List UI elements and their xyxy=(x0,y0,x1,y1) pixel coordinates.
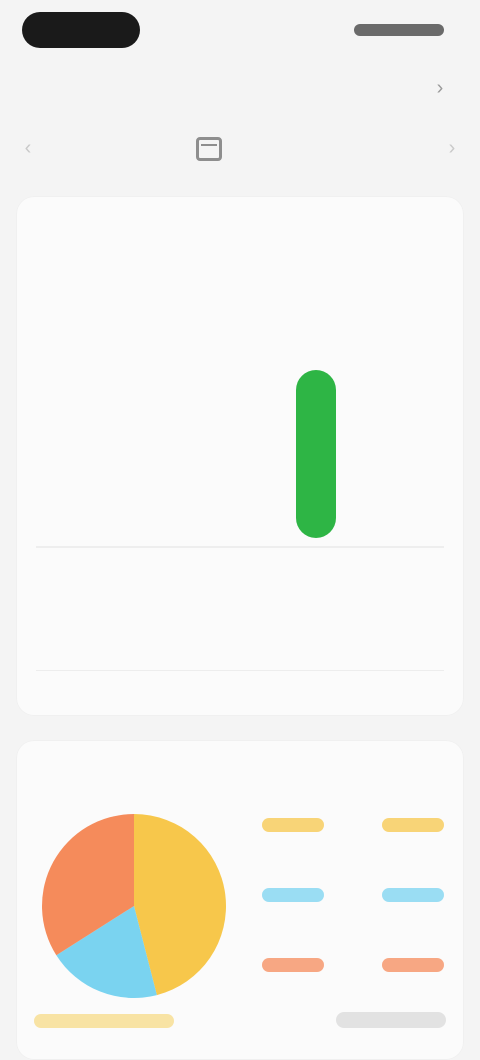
summary-row xyxy=(36,586,444,646)
pie-svg xyxy=(42,814,226,998)
legend-item-2 xyxy=(382,818,444,832)
weekly-bar xyxy=(296,370,336,538)
legend-bottom-left xyxy=(34,1014,174,1028)
app-header: › xyxy=(0,60,480,120)
legend-bottom-right xyxy=(336,1012,446,1028)
legend xyxy=(262,818,452,988)
legend-item-1 xyxy=(262,818,324,832)
status-time-pill xyxy=(22,12,140,48)
weekly-card xyxy=(16,196,464,716)
date-center[interactable] xyxy=(196,132,234,166)
date-selector: ‹ › xyxy=(16,120,464,178)
plot-baseline xyxy=(36,546,444,548)
chevron-left-icon[interactable]: ‹ xyxy=(16,136,40,160)
divider xyxy=(36,670,444,671)
chevron-right-icon[interactable]: › xyxy=(426,74,454,102)
legend-item-3 xyxy=(262,888,324,902)
pie-chart xyxy=(34,806,234,1006)
calendar-icon xyxy=(196,137,222,161)
weekly-plot xyxy=(36,356,444,566)
legend-item-6 xyxy=(382,958,444,972)
status-bar xyxy=(0,0,480,60)
distribution-card xyxy=(16,740,464,1060)
status-icons xyxy=(354,24,444,36)
legend-item-4 xyxy=(382,888,444,902)
chevron-right-icon[interactable]: › xyxy=(440,136,464,160)
legend-item-5 xyxy=(262,958,324,972)
